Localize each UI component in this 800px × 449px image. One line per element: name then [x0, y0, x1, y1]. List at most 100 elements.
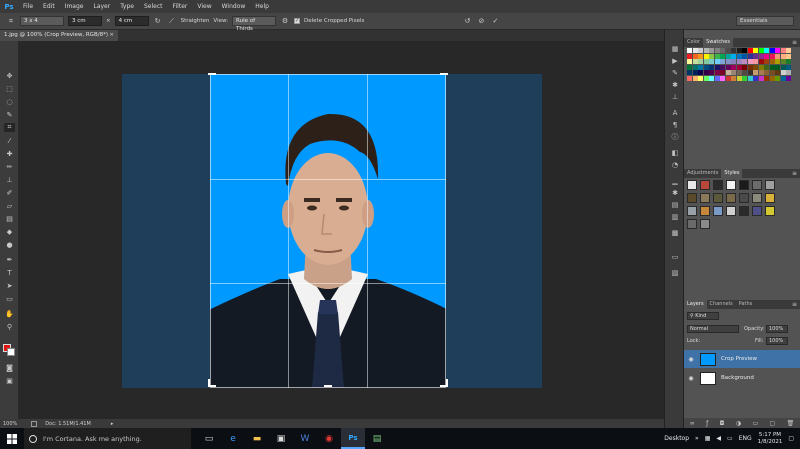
- swatch[interactable]: [692, 48, 698, 53]
- layer-comps-icon[interactable]: ▥: [670, 212, 680, 221]
- swatch[interactable]: [775, 75, 780, 81]
- swatch[interactable]: [747, 70, 753, 75]
- swatch[interactable]: [731, 70, 736, 75]
- hand-tool-icon[interactable]: ✋: [4, 309, 15, 318]
- clock[interactable]: 5:17 PM 1/8/2021: [758, 432, 783, 446]
- swatch[interactable]: [736, 59, 742, 64]
- style-preset[interactable]: [687, 206, 697, 216]
- swap-dimensions-button[interactable]: ×: [106, 18, 111, 24]
- swatch[interactable]: [709, 59, 714, 64]
- swatch[interactable]: [720, 64, 725, 70]
- brush-panel-icon[interactable]: ✱: [670, 80, 680, 89]
- swatch[interactable]: [747, 64, 753, 70]
- swatch[interactable]: [725, 75, 731, 81]
- swatch[interactable]: [769, 59, 775, 64]
- app-icon[interactable]: ▤: [365, 428, 389, 449]
- swatch[interactable]: [786, 53, 791, 59]
- word-icon[interactable]: W: [293, 428, 317, 449]
- document-tab[interactable]: 1.jpg @ 100% (Crop Preview, RGB/8*) ×: [0, 30, 118, 41]
- swatch[interactable]: [720, 75, 725, 81]
- swatch[interactable]: [786, 75, 791, 81]
- desktop-toolbar-label[interactable]: Desktop: [664, 435, 689, 442]
- swatch[interactable]: [742, 53, 747, 59]
- swatch[interactable]: [758, 70, 764, 75]
- swatch[interactable]: [742, 64, 747, 70]
- swatch[interactable]: [687, 59, 692, 64]
- swatch[interactable]: [692, 53, 698, 59]
- style-preset[interactable]: [713, 193, 723, 203]
- visibility-eye-icon[interactable]: ◉: [684, 375, 698, 382]
- chevron-up-icon[interactable]: »: [695, 435, 699, 442]
- crop-handle[interactable]: [324, 385, 332, 387]
- mask-icon[interactable]: ◘: [720, 420, 725, 427]
- style-preset[interactable]: [765, 206, 775, 216]
- clone-source-icon[interactable]: ⊥: [670, 92, 680, 101]
- measurement-icon[interactable]: ▭: [670, 252, 680, 261]
- swatch[interactable]: [703, 48, 709, 53]
- swatch[interactable]: [764, 64, 769, 70]
- history-icon[interactable]: ▦: [670, 44, 680, 53]
- swatch[interactable]: [714, 64, 720, 70]
- swatch[interactable]: [753, 70, 758, 75]
- swatch[interactable]: [698, 53, 703, 59]
- style-preset[interactable]: [726, 180, 736, 190]
- swatch[interactable]: [703, 75, 709, 81]
- style-preset[interactable]: [765, 180, 775, 190]
- swatch[interactable]: [747, 53, 753, 59]
- tab-swatches[interactable]: Swatches: [703, 38, 733, 47]
- menu-layer[interactable]: Layer: [88, 3, 115, 10]
- link-icon[interactable]: ∞: [690, 420, 695, 427]
- info-icon[interactable]: ⓘ: [670, 132, 680, 141]
- swatch[interactable]: [703, 70, 709, 75]
- style-preset[interactable]: [739, 206, 749, 216]
- menu-filter[interactable]: Filter: [168, 3, 193, 10]
- swatch[interactable]: [709, 48, 714, 53]
- swatch[interactable]: [692, 70, 698, 75]
- swatch[interactable]: [731, 48, 736, 53]
- style-preset[interactable]: [700, 219, 710, 229]
- swatch[interactable]: [775, 64, 780, 70]
- lasso-tool-icon[interactable]: ◌: [4, 97, 15, 106]
- dodge-tool-icon[interactable]: ●: [4, 240, 15, 249]
- swatch[interactable]: [786, 48, 791, 53]
- swatch[interactable]: [720, 70, 725, 75]
- swatch[interactable]: [769, 75, 775, 81]
- swatch[interactable]: [714, 75, 720, 81]
- screen-mode-icon[interactable]: ▣: [4, 376, 15, 385]
- swatch[interactable]: [703, 64, 709, 70]
- tab-styles[interactable]: Styles: [721, 169, 743, 178]
- swatch[interactable]: [687, 64, 692, 70]
- path-select-tool-icon[interactable]: ➤: [4, 281, 15, 290]
- tab-layers[interactable]: Layers: [684, 300, 707, 309]
- pen-tool-icon[interactable]: ✒: [4, 255, 15, 264]
- group-icon[interactable]: ▭: [752, 420, 758, 427]
- menu-select[interactable]: Select: [139, 3, 168, 10]
- document-canvas[interactable]: [122, 73, 542, 388]
- move-tool-icon[interactable]: ✥: [4, 71, 15, 80]
- swatch[interactable]: [742, 48, 747, 53]
- swatch[interactable]: [709, 70, 714, 75]
- swatch[interactable]: [720, 59, 725, 64]
- quick-select-tool-icon[interactable]: ✎: [4, 110, 15, 119]
- new-layer-icon[interactable]: ▢: [770, 420, 776, 427]
- style-preset[interactable]: [687, 193, 697, 203]
- shape-tool-icon[interactable]: ▭: [4, 294, 15, 303]
- swatch[interactable]: [780, 75, 786, 81]
- swatch[interactable]: [725, 64, 731, 70]
- cancel-icon[interactable]: ⊘: [476, 16, 486, 26]
- swatch[interactable]: [698, 48, 703, 53]
- swatch[interactable]: [780, 53, 786, 59]
- swatch[interactable]: [687, 53, 692, 59]
- swatch[interactable]: [687, 70, 692, 75]
- swatch[interactable]: [758, 59, 764, 64]
- eraser-tool-icon[interactable]: ▱: [4, 201, 15, 210]
- status-icon[interactable]: [31, 420, 38, 427]
- swatch[interactable]: [725, 70, 731, 75]
- fill-input[interactable]: 100%: [766, 337, 788, 345]
- timeline-icon[interactable]: ✱: [670, 188, 680, 197]
- swatch[interactable]: [775, 48, 780, 53]
- navigator-icon[interactable]: ◔: [670, 160, 680, 169]
- style-preset[interactable]: [752, 206, 762, 216]
- edge-icon[interactable]: e: [221, 428, 245, 449]
- swatch[interactable]: [698, 64, 703, 70]
